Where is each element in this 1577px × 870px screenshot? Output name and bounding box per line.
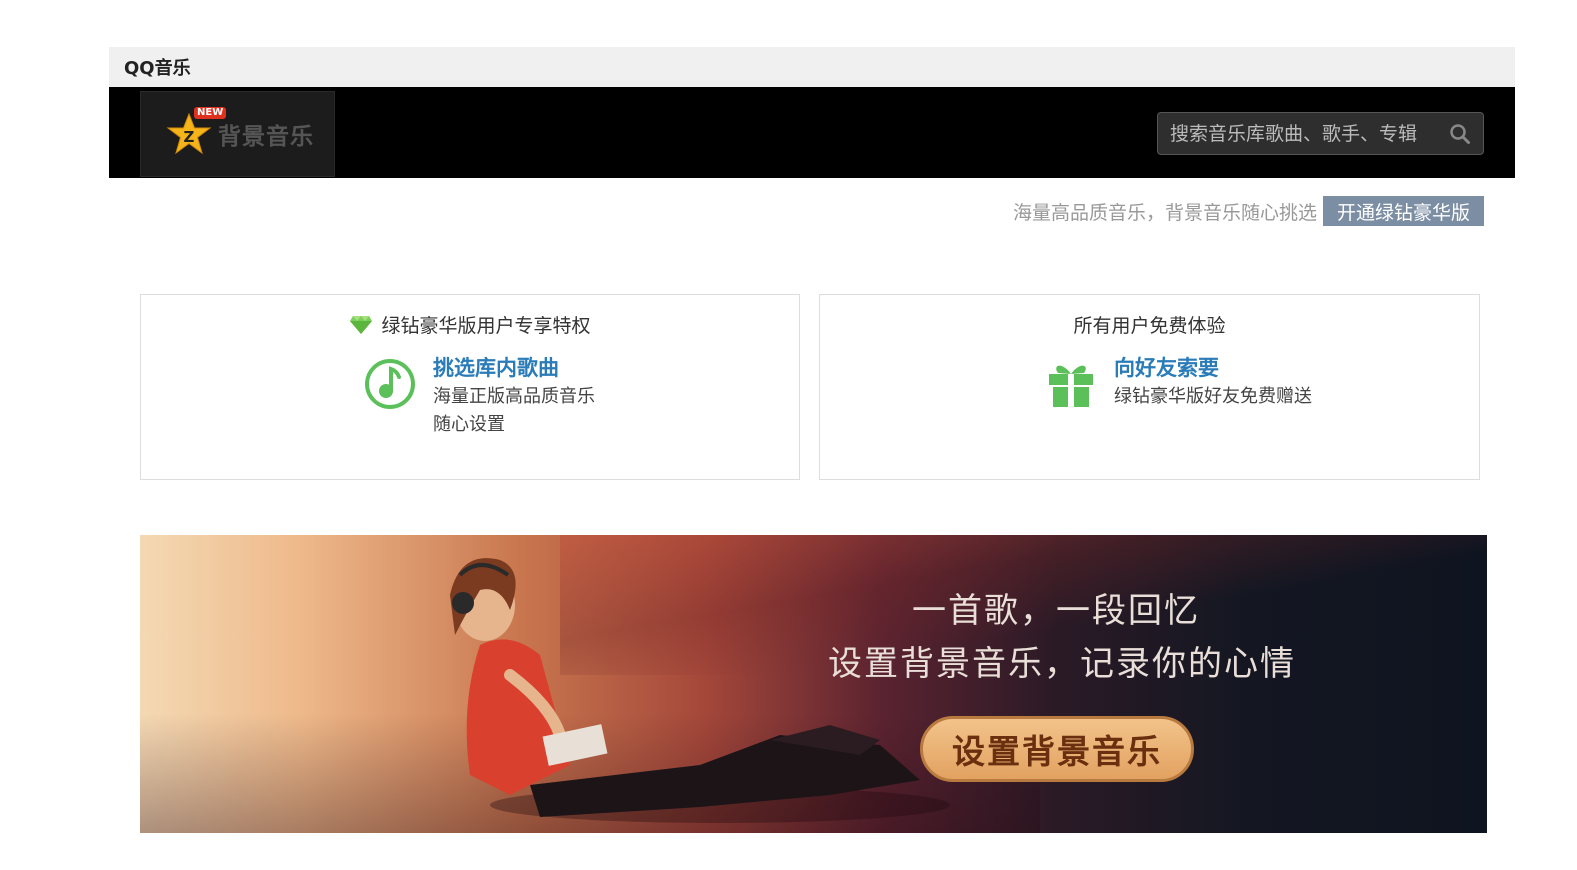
- ask-friend-link[interactable]: 向好友索要: [1114, 353, 1312, 383]
- music-note-icon: [365, 359, 415, 409]
- pick-library-desc-1: 海量正版高品质音乐: [433, 386, 595, 407]
- promo-text: 海量高品质音乐，背景音乐随心挑选: [1012, 201, 1317, 224]
- set-background-music-button[interactable]: 设置背景音乐: [920, 716, 1194, 782]
- search-box[interactable]: [1157, 112, 1484, 155]
- promo-strip: 海量高品质音乐，背景音乐随心挑选 开通绿钻豪华版: [1013, 196, 1484, 226]
- green-diamond-icon: [350, 315, 373, 334]
- vip-card-title-text: 绿钻豪华版用户专享特权: [381, 315, 591, 337]
- upgrade-button[interactable]: 开通绿钻豪华版: [1322, 196, 1484, 226]
- svg-text:Z: Z: [184, 128, 195, 146]
- app-logo[interactable]: Z NEW 背景音乐: [140, 91, 335, 177]
- window-title: QQ音乐: [124, 58, 191, 79]
- banner-headline-1: 一首歌，一段回忆: [912, 591, 1200, 631]
- header-bar: Z NEW 背景音乐: [109, 87, 1515, 178]
- banner-headline-2: 设置背景音乐，记录你的心情: [828, 644, 1296, 684]
- gift-icon: [1049, 365, 1093, 407]
- free-feature-card: 所有用户免费体验 向好友索要 绿钻豪华版好友免费赠送: [819, 294, 1480, 480]
- pick-library-desc-2: 随心设置: [433, 414, 505, 435]
- pick-library-link[interactable]: 挑选库内歌曲: [433, 353, 595, 383]
- star-logo-icon: Z NEW: [166, 107, 227, 157]
- free-card-title-text: 所有用户免费体验: [1073, 315, 1226, 337]
- window-titlebar: QQ音乐: [109, 47, 1515, 87]
- ask-friend-desc: 绿钻豪华版好友免费赠送: [1114, 386, 1312, 407]
- ask-friend-feature[interactable]: 向好友索要 绿钻豪华版好友免费赠送: [1044, 353, 1312, 411]
- new-badge: NEW: [194, 107, 227, 119]
- search-input[interactable]: [1170, 122, 1449, 145]
- search-icon[interactable]: [1449, 123, 1471, 145]
- pick-library-feature[interactable]: 挑选库内歌曲 海量正版高品质音乐 随心设置: [363, 353, 595, 439]
- logo-text: 背景音乐: [218, 124, 314, 150]
- free-card-title: 所有用户免费体验: [820, 311, 1479, 338]
- vip-card-title: 绿钻豪华版用户专享特权: [141, 311, 799, 338]
- vip-feature-card: 绿钻豪华版用户专享特权 挑选库内歌曲 海量正版高品质音乐 随心设置: [140, 294, 800, 480]
- promo-banner: 一首歌，一段回忆 设置背景音乐，记录你的心情 设置背景音乐: [140, 535, 1487, 833]
